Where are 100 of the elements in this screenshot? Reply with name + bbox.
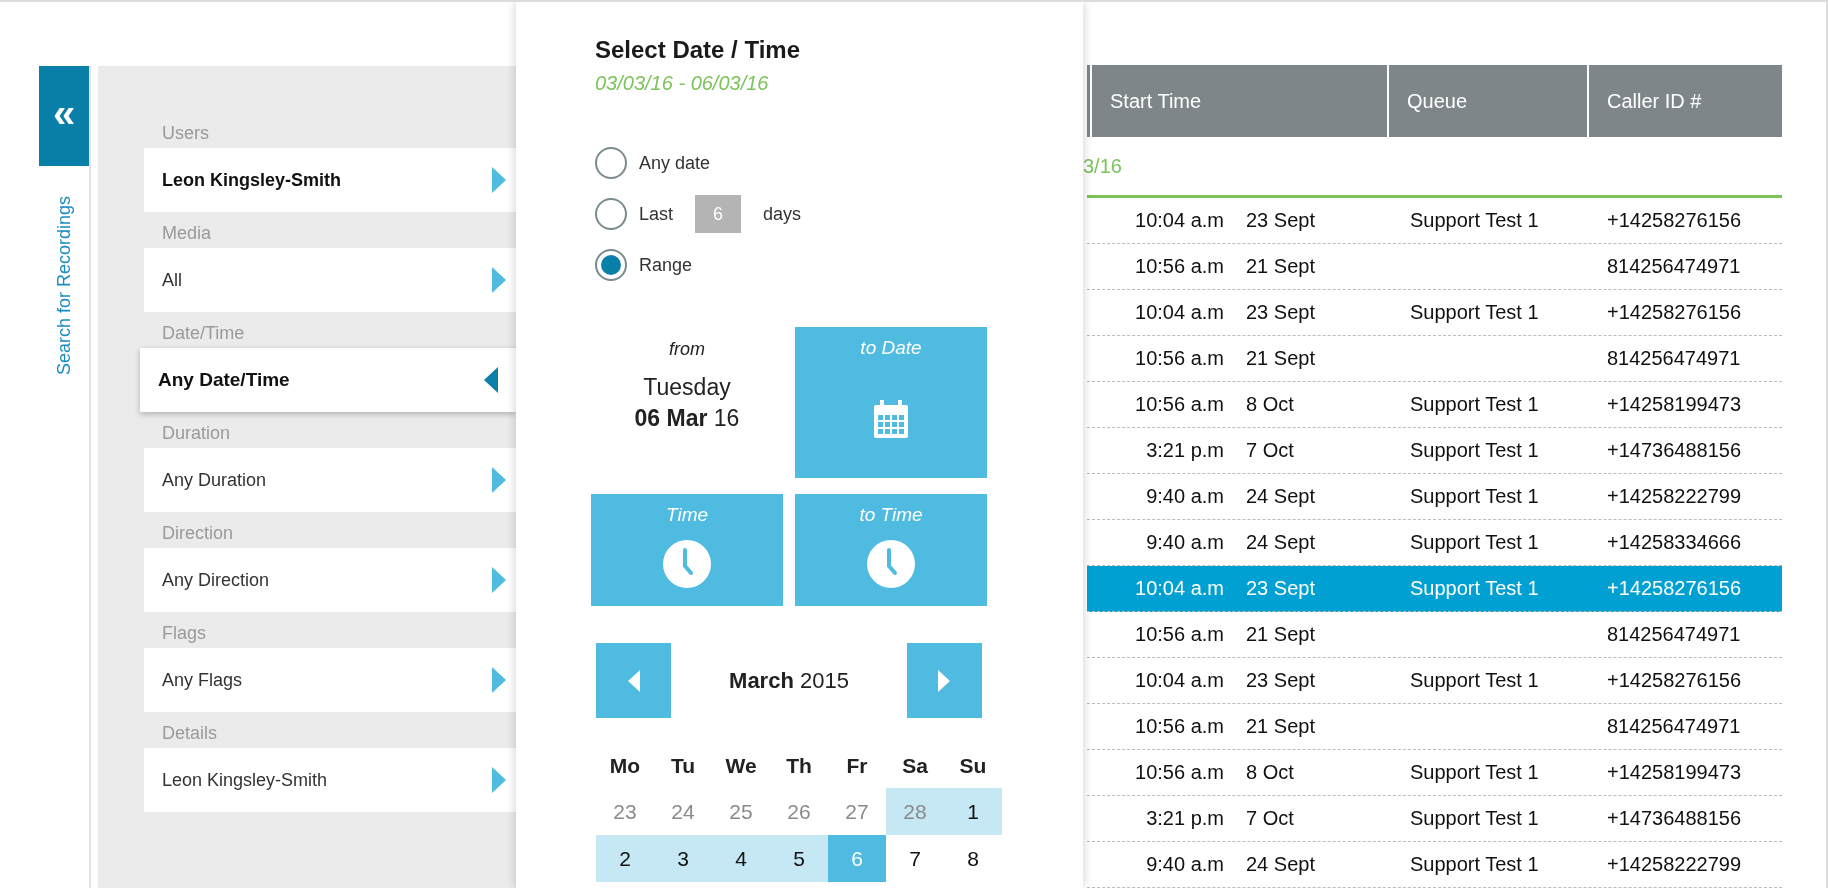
calendar-day[interactable]: 2	[596, 835, 654, 882]
table-cell-text: 9:40 a.m	[1145, 485, 1224, 508]
table-cell-text: 814256474971	[1607, 347, 1742, 370]
filter-item[interactable]: Any Duration	[144, 448, 516, 512]
days-field[interactable]: 6	[695, 195, 742, 233]
filter-label: Users	[161, 122, 210, 145]
table-cell-text: 814256474971	[1607, 623, 1742, 646]
table-cell-text: +14258222799	[1607, 853, 1743, 876]
calendar-day[interactable]: 5	[770, 835, 828, 882]
weekday-header: Su	[958, 753, 988, 779]
table-cell-text: Support Test 1	[1410, 439, 1540, 462]
from-weekday: Tuesday	[643, 374, 731, 401]
table-cell-text: 10:56 a.m	[1134, 715, 1224, 738]
caret-icon	[492, 267, 506, 293]
filter-item[interactable]: Any Date/Time	[140, 348, 516, 412]
table-cell-text: 7 Oct	[1245, 807, 1295, 830]
calendar-day[interactable]: 3	[654, 835, 712, 882]
collapse-button[interactable]: «	[39, 66, 89, 166]
table-cell-text: +14258199473	[1607, 393, 1743, 416]
clock-icon	[867, 540, 915, 588]
table-cell-text: Support Test 1	[1410, 669, 1540, 692]
filter-label: Date/Time	[161, 322, 246, 345]
next-month-button[interactable]	[907, 643, 982, 718]
radio-button[interactable]	[595, 249, 627, 281]
column-header[interactable]: Start Time	[1092, 65, 1387, 137]
caret-icon	[492, 167, 506, 193]
calendar-day[interactable]: 26	[770, 788, 828, 835]
table-cell-text: 21 Sept	[1245, 715, 1316, 738]
table-cell-text: 10:56 a.m	[1134, 255, 1224, 278]
table-cell-text: 10:56 a.m	[1134, 347, 1224, 370]
table-cell-text: Support Test 1	[1410, 807, 1540, 830]
table-cell-text: +14736488156	[1607, 439, 1743, 462]
caret-icon	[938, 669, 951, 692]
table-cell-text: 814256474971	[1607, 715, 1742, 738]
month-label: March 2015	[729, 667, 849, 694]
calendar-day[interactable]: 7	[886, 835, 944, 882]
filter-item[interactable]: Any Flags	[144, 648, 516, 712]
table-row[interactable]: 10:04 a.m 23 Sept Support Test 1 +14258276156	[1087, 198, 1782, 244]
filter-item[interactable]: Any Direction	[144, 548, 516, 612]
table-cell-text: +14258276156	[1607, 209, 1743, 232]
table-cell-text: Support Test 1	[1410, 531, 1540, 554]
filter-label: Details	[161, 722, 219, 745]
radio-button[interactable]	[595, 198, 627, 230]
table-cell-text: +14258276156	[1607, 301, 1743, 324]
table-row[interactable]: 3:21 p.m 7 Oct Support Test 1 +14736488156	[1087, 796, 1782, 842]
weekday-header: Th	[785, 753, 813, 779]
table-cell-text: Support Test 1	[1410, 577, 1540, 600]
filter-label: Flags	[161, 622, 207, 645]
table-row[interactable]: 3:21 p.m 7 Oct Support Test 1 +14736488156	[1087, 428, 1782, 474]
caret-icon	[492, 567, 506, 593]
caret-icon	[484, 367, 498, 393]
table-cell-text: 7 Oct	[1245, 439, 1295, 462]
table-row[interactable]: 10:56 a.m 21 Sept 814256474971	[1087, 336, 1782, 382]
table-cell-text: Support Test 1	[1410, 853, 1540, 876]
table-row[interactable]: 10:04 a.m 23 Sept Support Test 1 +14258276156	[1087, 290, 1782, 336]
filter-item[interactable]: Leon Kingsley-Smith	[144, 748, 516, 812]
table-cell-text: Support Test 1	[1410, 209, 1540, 232]
table-row[interactable]: 10:56 a.m 21 Sept 814256474971	[1087, 244, 1782, 290]
table-cell-text: 3:21 p.m	[1145, 807, 1224, 830]
table-cell-text: 9:40 a.m	[1145, 853, 1224, 876]
caret-icon	[492, 467, 506, 493]
table-row[interactable]: 10:56 a.m 21 Sept 814256474971	[1087, 612, 1782, 658]
table-cell-text: 21 Sept	[1245, 255, 1316, 278]
filter-item[interactable]: All	[144, 248, 516, 312]
calendar-day[interactable]: 8	[944, 835, 1002, 882]
weekday-header: We	[724, 753, 758, 779]
table-row[interactable]: 9:40 a.m 24 Sept Support Test 1 +14258222799	[1087, 474, 1782, 520]
table-cell-text: 3:21 p.m	[1145, 439, 1224, 462]
table-cell-text: 10:04 a.m	[1134, 301, 1224, 324]
table-row[interactable]: 10:56 a.m 8 Oct Support Test 1 +14258199473	[1087, 382, 1782, 428]
radio-button[interactable]	[595, 147, 627, 179]
previous-month-button[interactable]	[596, 643, 671, 718]
table-cell-text: 21 Sept	[1245, 623, 1316, 646]
table-cell-text: 8 Oct	[1245, 761, 1295, 784]
table-cell-text: 10:04 a.m	[1134, 669, 1224, 692]
column-header[interactable]: Queue	[1389, 65, 1587, 137]
filter-item[interactable]: Leon Kingsley-Smith	[144, 148, 516, 212]
column-header[interactable]: Caller ID #	[1589, 65, 1782, 137]
calendar-day[interactable]: 4	[712, 835, 770, 882]
table-cell-text: 814256474971	[1607, 255, 1742, 278]
table-cell-text: +14258199473	[1607, 761, 1743, 784]
table-cell-text: 24 Sept	[1245, 531, 1316, 554]
table-cell-text: 23 Sept	[1245, 209, 1316, 232]
table-cell-text: +14258276156	[1607, 577, 1743, 600]
sidebar-title: Search for Recordings	[53, 196, 75, 376]
table-cell-text: +14736488156	[1607, 807, 1743, 830]
table-cell-text: +14258334666	[1607, 531, 1743, 554]
table-row[interactable]: 10:56 a.m 21 Sept 814256474971	[1087, 704, 1782, 750]
table-row[interactable]: 9:40 a.m 24 Sept Support Test 1 +14258222799	[1087, 842, 1782, 888]
table-row[interactable]: 10:56 a.m 8 Oct Support Test 1 +14258199473	[1087, 750, 1782, 796]
table-cell-text: 24 Sept	[1245, 485, 1316, 508]
table-row[interactable]: 10:04 a.m 23 Sept Support Test 1 +14258276156	[1087, 658, 1782, 704]
calendar-day[interactable]: 1	[944, 788, 1002, 835]
table-cell-text: 8 Oct	[1245, 393, 1295, 416]
table-cell-text: 10:56 a.m	[1134, 393, 1224, 416]
weekday-header: Fr	[845, 753, 869, 779]
filter-label: Direction	[161, 522, 235, 545]
date-range: 03/03/16 - 06/03/16	[595, 72, 770, 95]
from-label: from	[669, 339, 705, 360]
table-cell-text: Support Test 1	[1410, 761, 1540, 784]
